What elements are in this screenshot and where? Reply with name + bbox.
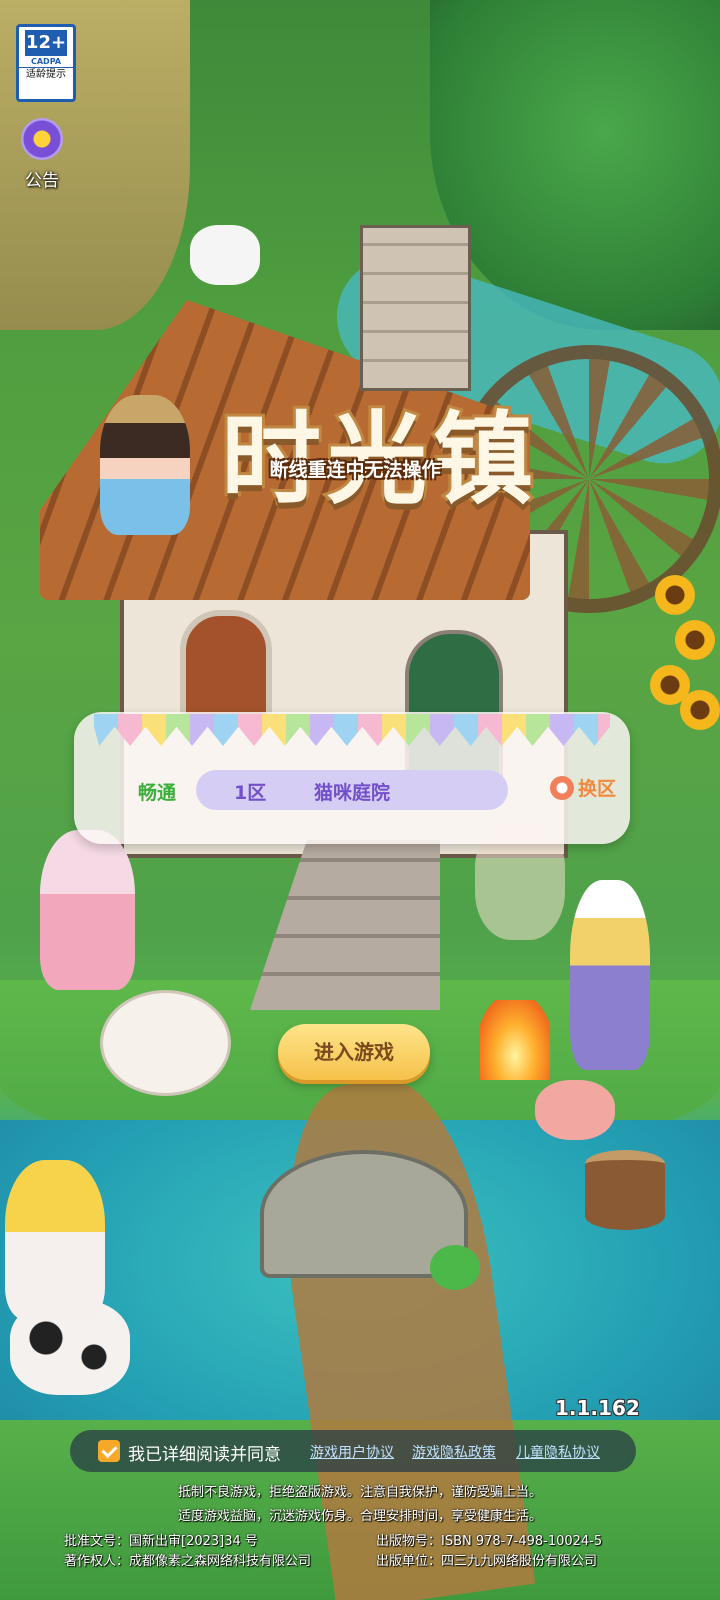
user-agreement-link[interactable]: 游戏用户协议 [310,1442,394,1462]
approval-number: 批准文号：国新出审[2023]34 号 [64,1534,258,1549]
frog [430,1245,480,1290]
server-name: 猫咪庭院 [314,782,391,804]
notice-button[interactable]: 公告 [12,118,72,192]
server-status: 畅通 [138,782,177,804]
cottage-window [180,610,272,722]
agreement-bar: 我已详细阅读并同意 游戏用户协议 游戏隐私政策 儿童隐私协议 [70,1430,636,1472]
tree-stump [585,1150,665,1230]
swap-icon [550,775,574,800]
chimney [360,225,471,391]
server-panel: 畅通 1区 猫咪庭院 换区 [74,712,630,844]
child-privacy-link[interactable]: 儿童隐私协议 [516,1442,600,1462]
sunflower [680,690,720,730]
sheep [100,990,231,1096]
white-cat [190,225,260,285]
version-label: 1.1.162 [555,1396,640,1420]
connection-status-banner: 断线重连中无法操作 [269,459,441,481]
server-selector[interactable]: 1区 猫咪庭院 [196,770,508,810]
age-rating-org: CADPA [30,57,62,66]
sunflower [675,620,715,660]
pig [535,1080,615,1140]
megaphone-icon [21,118,63,160]
switch-server-button[interactable]: 换区 [550,774,616,804]
publisher: 出版单位：四三九九网络股份有限公司 [376,1554,598,1569]
health-notice-line-2: 适度游戏益脑，沉迷游戏伤身。合理安排时间，享受健康生活。 [177,1509,542,1524]
server-zone: 1区 [234,782,267,804]
isbn-number: 出版物号：ISBN 978-7-498-10024-5 [376,1534,603,1549]
character-pink-hair-girl [40,830,135,990]
bunting-decoration [94,714,610,746]
agreement-text: 我已详细阅读并同意 [128,1445,281,1465]
privacy-policy-link[interactable]: 游戏隐私政策 [412,1442,496,1462]
enter-game-button[interactable]: 进入游戏 [278,1024,430,1080]
campfire [480,1000,550,1080]
age-rating-badge[interactable]: 12+ CADPA 适龄提示 [16,24,76,102]
copyright-holder: 著作权人：成都像素之森网络科技有限公司 [64,1554,312,1569]
health-notice-line-1: 抵制不良游戏，拒绝盗版游戏。注意自我保护，谨防受骗上当。 [177,1485,542,1500]
age-rating-number: 12+ [25,30,67,56]
notice-label: 公告 [25,171,59,191]
character-blonde-girl [5,1160,105,1320]
age-rating-tip: 适龄提示 [19,67,73,82]
sunflower [655,575,695,615]
switch-server-label: 换区 [578,778,617,800]
character-blonde-boy [570,880,650,1070]
agreement-checkbox[interactable] [98,1440,120,1462]
